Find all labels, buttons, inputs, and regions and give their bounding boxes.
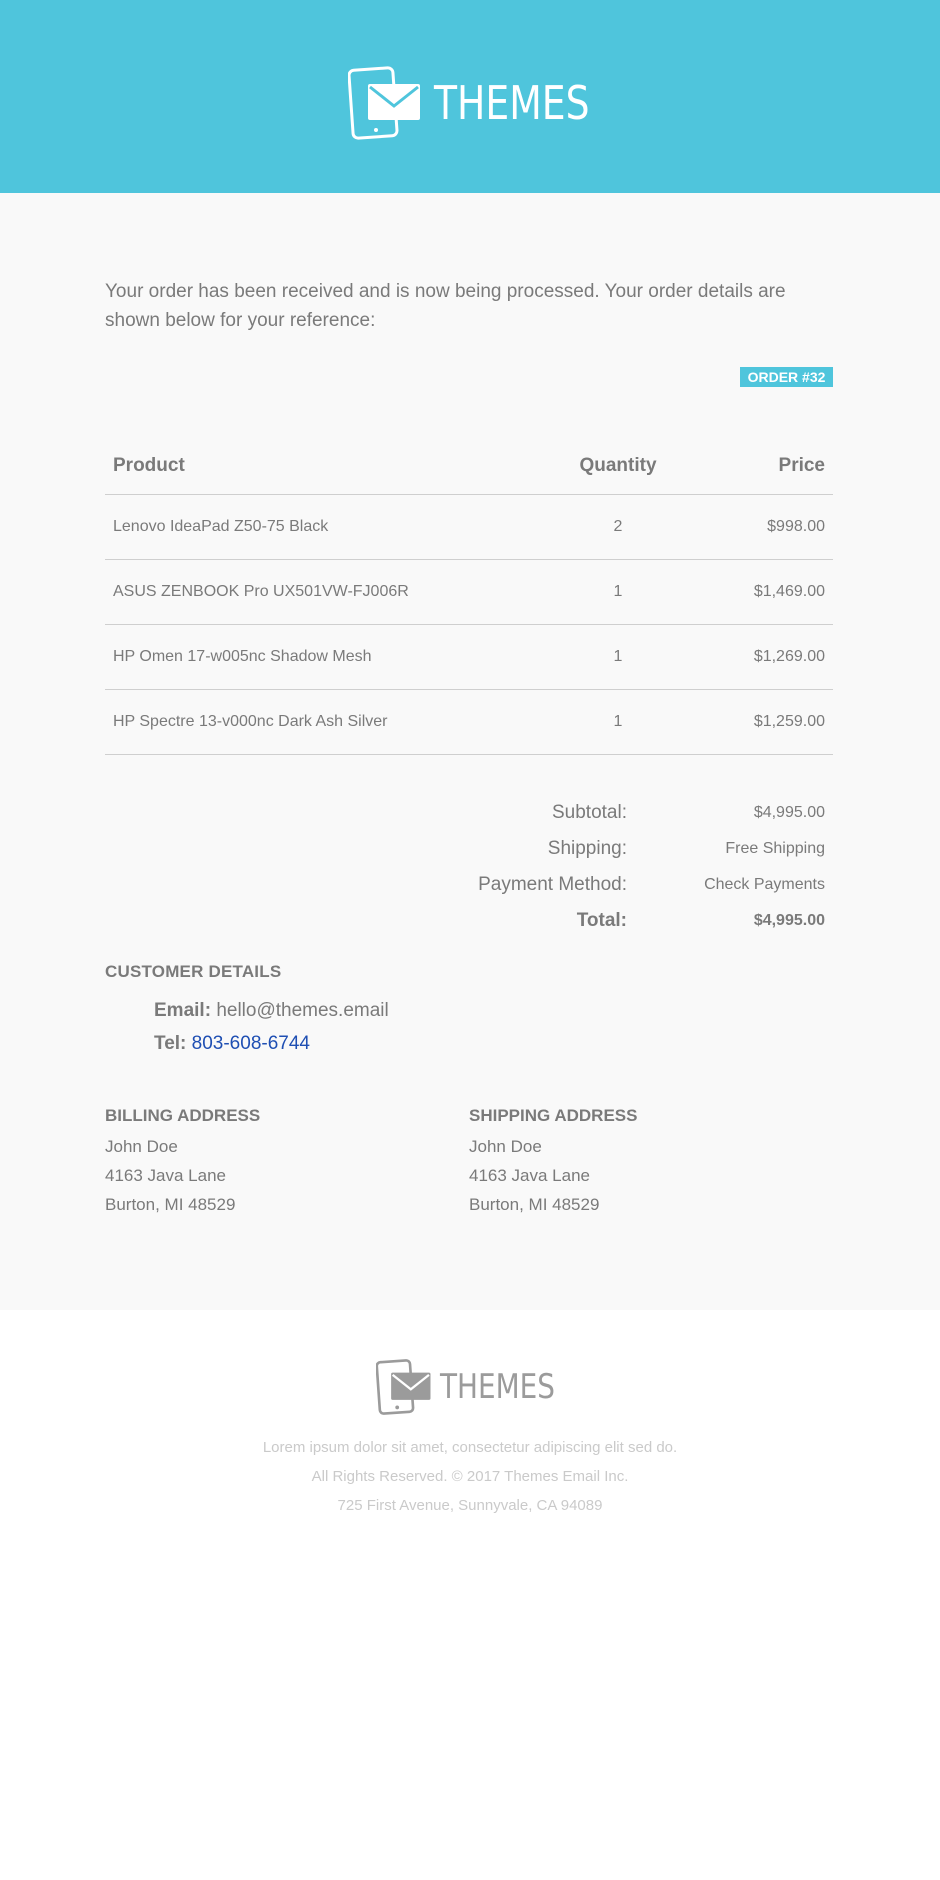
product-column-header: Product <box>113 455 185 476</box>
footer-brand-name: THEMES <box>440 1367 555 1407</box>
email-label: Email: <box>154 1000 212 1021</box>
email-header: THEMES <box>0 0 940 193</box>
footer-tagline: Lorem ipsum dolor sit amet, consectetur … <box>262 1439 678 1456</box>
product-quantity: 2 <box>613 518 623 535</box>
order-number-badge: ORDER #32 <box>740 367 833 387</box>
footer-address: 725 First Avenue, Sunnyvale, CA 94089 <box>337 1497 603 1514</box>
tablet-envelope-icon <box>376 1359 431 1415</box>
brand-name: THEMES <box>434 76 590 130</box>
billing-address-heading: BILLING ADDRESS <box>105 1106 261 1125</box>
customer-email: Email: hello@themes.email <box>154 1000 389 1022</box>
header-logo[interactable]: THEMES <box>348 66 624 140</box>
price-column-header: Price <box>778 455 825 476</box>
customer-phone: Tel: 803-608-6744 <box>154 1033 310 1055</box>
product-price: $1,469.00 <box>753 583 825 600</box>
payment-row: Payment Method: Check Payments <box>105 867 833 903</box>
product-name: Lenovo IdeaPad Z50-75 Black <box>113 518 329 535</box>
total-row: Total: $4,995.00 <box>105 903 833 939</box>
footer-copyright: All Rights Reserved. © 2017 Themes Email… <box>311 1468 629 1485</box>
product-quantity: 1 <box>613 648 623 665</box>
email-value: hello@themes.email <box>216 1000 389 1021</box>
tel-label: Tel: <box>154 1033 187 1054</box>
footer-logo[interactable]: THEMES <box>376 1359 580 1415</box>
table-row: Lenovo IdeaPad Z50-75 Black 2 $998.00 <box>105 495 833 560</box>
payment-method-value: Check Payments <box>704 876 825 893</box>
table-header-row: Product Quantity Price <box>105 453 833 495</box>
billing-city: Burton, MI 48529 <box>105 1195 236 1214</box>
tel-link[interactable]: 803-608-6744 <box>192 1033 310 1054</box>
product-price: $998.00 <box>767 518 825 535</box>
product-name: HP Spectre 13-v000nc Dark Ash Silver <box>113 713 388 730</box>
customer-details-heading: CUSTOMER DETAILS <box>105 962 282 981</box>
product-name: ASUS ZENBOOK Pro UX501VW-FJ006R <box>113 583 409 600</box>
shipping-street: 4163 Java Lane <box>469 1166 590 1185</box>
payment-method-label: Payment Method: <box>478 874 627 895</box>
table-row: HP Omen 17-w005nc Shadow Mesh 1 $1,269.0… <box>105 625 833 690</box>
product-price: $1,269.00 <box>753 648 825 665</box>
total-value: $4,995.00 <box>753 912 825 929</box>
product-name: HP Omen 17-w005nc Shadow Mesh <box>113 648 372 665</box>
shipping-row: Shipping: Free Shipping <box>105 831 833 867</box>
subtotal-label: Subtotal: <box>552 802 627 823</box>
shipping-value: Free Shipping <box>725 840 825 857</box>
total-label: Total: <box>576 910 627 931</box>
email-body: Your order has been received and is now … <box>0 193 940 1310</box>
product-quantity: 1 <box>613 713 623 730</box>
shipping-name: John Doe <box>469 1137 542 1156</box>
table-row: ASUS ZENBOOK Pro UX501VW-FJ006R 1 $1,469… <box>105 560 833 625</box>
product-quantity: 1 <box>613 583 623 600</box>
subtotal-value: $4,995.00 <box>753 804 825 821</box>
quantity-column-header: Quantity <box>579 455 657 476</box>
tablet-envelope-icon <box>348 66 420 140</box>
subtotal-row: Subtotal: $4,995.00 <box>105 795 833 831</box>
order-items-table: Product Quantity Price Lenovo IdeaPad Z5… <box>105 453 833 755</box>
order-totals: Subtotal: $4,995.00 Shipping: Free Shipp… <box>105 795 833 939</box>
billing-street: 4163 Java Lane <box>105 1166 226 1185</box>
product-price: $1,259.00 <box>753 713 825 730</box>
shipping-address-heading: SHIPPING ADDRESS <box>469 1106 638 1125</box>
intro-text: Your order has been received and is now … <box>105 281 786 331</box>
table-row: HP Spectre 13-v000nc Dark Ash Silver 1 $… <box>105 690 833 755</box>
shipping-address: SHIPPING ADDRESS John Doe 4163 Java Lane… <box>469 1106 799 1219</box>
shipping-city: Burton, MI 48529 <box>469 1195 600 1214</box>
billing-address: BILLING ADDRESS John Doe 4163 Java Lane … <box>105 1106 435 1219</box>
billing-name: John Doe <box>105 1137 178 1156</box>
shipping-label: Shipping: <box>547 838 627 859</box>
